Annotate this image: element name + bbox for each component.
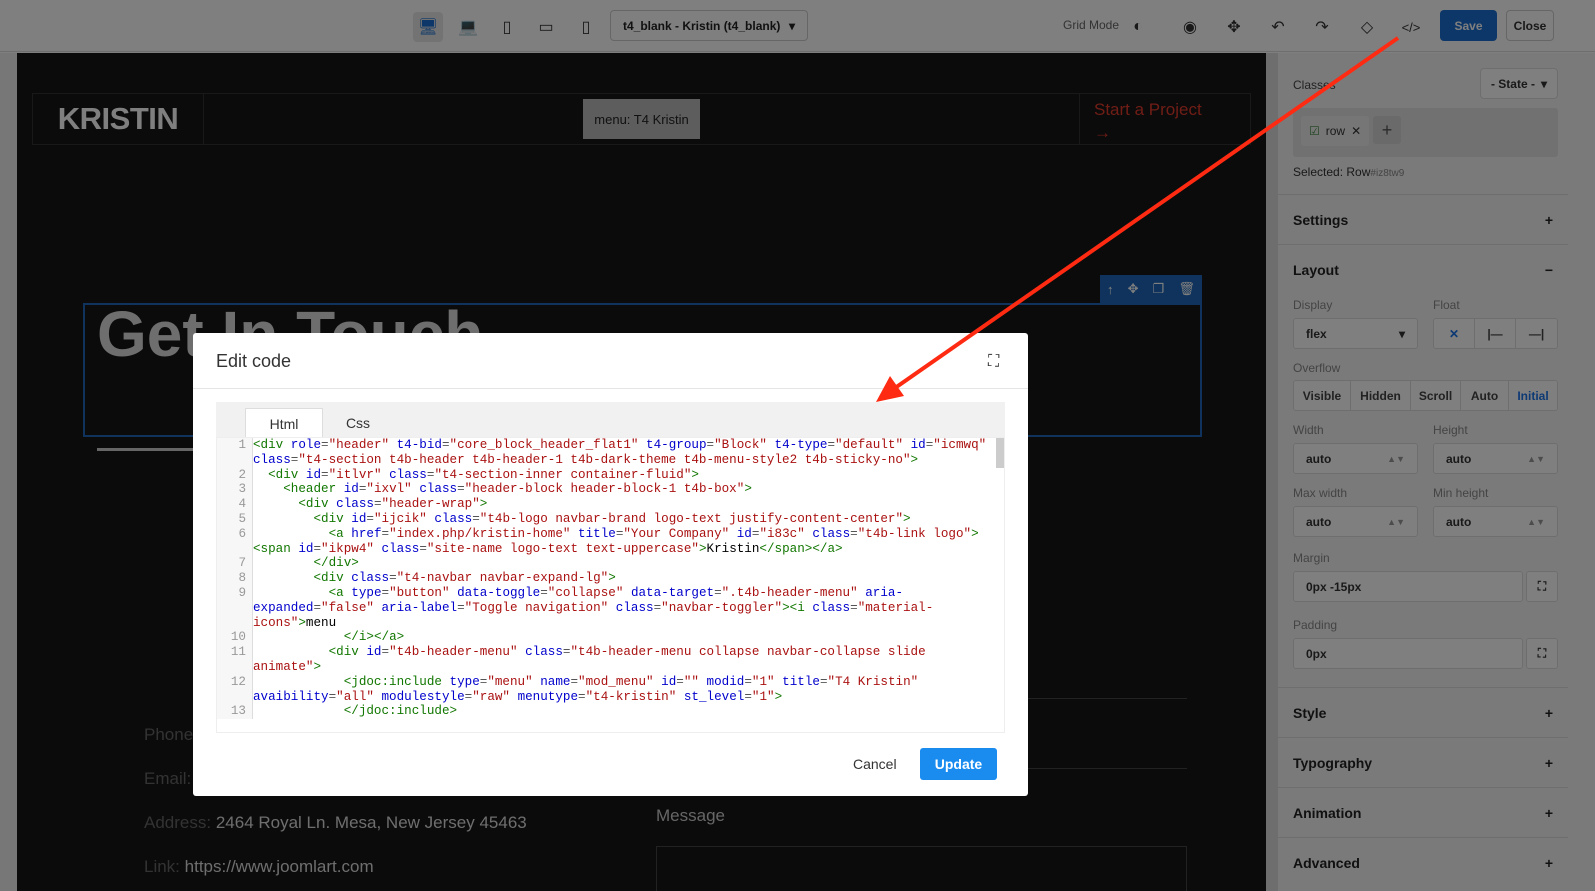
header-divider bbox=[193, 388, 1028, 389]
code-line: 7 </div> bbox=[217, 556, 1004, 572]
code-text: <div id="t4b-header-menu" class="t4b-hea… bbox=[253, 645, 934, 674]
code-tabs: Html Css bbox=[216, 402, 1005, 438]
code-text: <div id="ijcik" class="t4b-logo navbar-b… bbox=[313, 511, 911, 526]
line-number: 13 bbox=[217, 704, 253, 720]
line-number: 2 bbox=[217, 467, 253, 483]
line-number: 3 bbox=[217, 482, 253, 498]
code-text: <a href="index.php/kristin-home" title="… bbox=[253, 526, 979, 556]
code-text: </i></a> bbox=[343, 630, 405, 645]
tab-css[interactable]: Css bbox=[323, 408, 393, 438]
edit-code-modal: Edit code ⛶ Html Css 1 <div role="header"… bbox=[193, 333, 1028, 796]
update-button[interactable]: Update bbox=[920, 748, 997, 780]
line-number: 11 bbox=[217, 645, 253, 675]
line-number: 1 bbox=[217, 438, 253, 468]
code-line: 4 <div class="header-wrap"> bbox=[217, 497, 1004, 512]
line-number: 7 bbox=[217, 556, 253, 572]
code-text: </div> bbox=[313, 556, 359, 571]
code-line: 3 <header id="ixvl" class="header-block … bbox=[217, 482, 1004, 498]
code-line: 8 <div class="t4-navbar navbar-expand-lg… bbox=[217, 571, 1004, 586]
line-number: 9 bbox=[217, 585, 253, 631]
line-number: 4 bbox=[217, 497, 253, 512]
code-text: <a type="button" data-toggle="collapse" … bbox=[253, 585, 934, 630]
line-number: 10 bbox=[217, 630, 253, 646]
modal-title: Edit code bbox=[216, 351, 292, 371]
line-number: 6 bbox=[217, 526, 253, 557]
code-line: 9 <a type="button" data-toggle="collapse… bbox=[217, 585, 1004, 631]
code-text: <div class="t4-navbar navbar-expand-lg"> bbox=[313, 571, 616, 586]
line-number: 12 bbox=[217, 674, 253, 705]
code-text: <header id="ixvl" class="header-block he… bbox=[283, 482, 752, 497]
code-line: 13 </jdoc:include> bbox=[217, 704, 1004, 720]
line-number: 5 bbox=[217, 511, 253, 527]
code-lines: 1 <div role="header" t4-bid="core_block_h… bbox=[217, 438, 1004, 720]
code-line: 1 <div role="header" t4-bid="core_block_h… bbox=[217, 438, 1004, 468]
code-editor[interactable]: 1 <div role="header" t4-bid="core_block_h… bbox=[216, 437, 1005, 733]
code-text: </jdoc:include> bbox=[343, 704, 458, 719]
code-text: <jdoc:include type="menu" name="mod_menu… bbox=[253, 674, 919, 704]
fullscreen-icon[interactable]: ⛶ bbox=[988, 353, 999, 371]
code-text: <div id="itlvr" class="t4-section-inner … bbox=[268, 467, 699, 482]
code-line: 6 <a href="index.php/kristin-home" title… bbox=[217, 526, 1004, 557]
code-line: 5 <div id="ijcik" class="t4b-logo navbar… bbox=[217, 511, 1004, 527]
cancel-button[interactable]: Cancel bbox=[843, 748, 907, 780]
code-line: 2 <div id="itlvr" class="t4-section-inne… bbox=[217, 467, 1004, 483]
code-line: 11 <div id="t4b-header-menu" class="t4b-… bbox=[217, 645, 1004, 675]
code-line: 12 <jdoc:include type="menu" name="mod_m… bbox=[217, 674, 1004, 705]
code-text: <div role="header" t4-bid="core_block_he… bbox=[253, 438, 987, 467]
code-text: <div class="header-wrap"> bbox=[298, 497, 488, 512]
tab-html[interactable]: Html bbox=[245, 408, 323, 438]
code-scrollbar[interactable] bbox=[996, 438, 1004, 468]
line-number: 8 bbox=[217, 571, 253, 586]
code-line: 10 </i></a> bbox=[217, 630, 1004, 646]
